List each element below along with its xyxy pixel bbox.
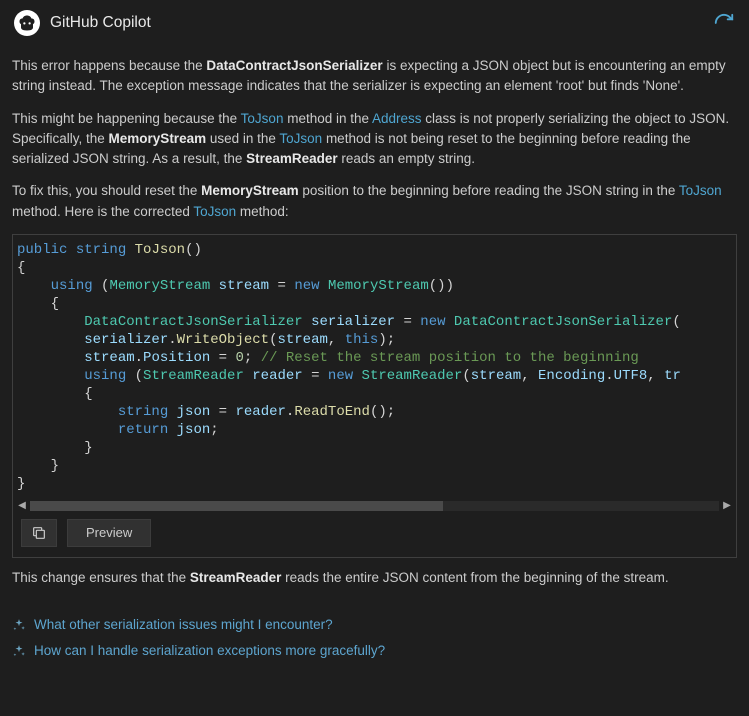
scrollbar-track[interactable]	[30, 501, 719, 511]
copy-icon	[31, 525, 47, 541]
paragraph: This change ensures that the StreamReade…	[12, 568, 737, 588]
panel-title: GitHub Copilot	[50, 11, 713, 34]
code-toolbar: Preview	[13, 513, 736, 557]
scroll-left-icon[interactable]: ◀	[17, 498, 27, 513]
code-ref: StreamReader	[190, 570, 282, 585]
followup-item[interactable]: What other serialization issues might I …	[12, 612, 737, 638]
followup-suggestions: What other serialization issues might I …	[0, 610, 749, 675]
followup-text: What other serialization issues might I …	[34, 615, 333, 635]
message-content: This error happens because the DataContr…	[0, 44, 749, 610]
symbol-link[interactable]: ToJson	[679, 183, 722, 198]
code-ref: DataContractJsonSerializer	[206, 58, 382, 73]
sparkle-icon	[12, 618, 26, 632]
followup-text: How can I handle serialization exception…	[34, 641, 385, 661]
paragraph: To fix this, you should reset the Memory…	[12, 181, 737, 222]
sparkle-icon	[12, 644, 26, 658]
copilot-logo-icon	[14, 10, 40, 36]
scroll-right-icon[interactable]: ▶	[722, 498, 732, 513]
code-ref: MemoryStream	[109, 131, 207, 146]
symbol-link[interactable]: Address	[372, 111, 422, 126]
preview-button[interactable]: Preview	[67, 519, 151, 547]
paragraph: This might be happening because the ToJs…	[12, 109, 737, 170]
copy-button[interactable]	[21, 519, 57, 547]
scrollbar-thumb[interactable]	[30, 501, 443, 511]
code-block: public string ToJson() { using (MemorySt…	[12, 234, 737, 558]
code-content[interactable]: public string ToJson() { using (MemorySt…	[13, 235, 736, 499]
code-ref: StreamReader	[246, 151, 338, 166]
symbol-link[interactable]: ToJson	[279, 131, 322, 146]
reload-button[interactable]	[713, 12, 735, 34]
symbol-link[interactable]: ToJson	[241, 111, 284, 126]
symbol-link[interactable]: ToJson	[193, 204, 236, 219]
code-ref: MemoryStream	[201, 183, 299, 198]
horizontal-scrollbar[interactable]: ◀ ▶	[13, 499, 736, 513]
paragraph: This error happens because the DataContr…	[12, 56, 737, 97]
panel-header: GitHub Copilot	[0, 0, 749, 44]
followup-item[interactable]: How can I handle serialization exception…	[12, 638, 737, 664]
